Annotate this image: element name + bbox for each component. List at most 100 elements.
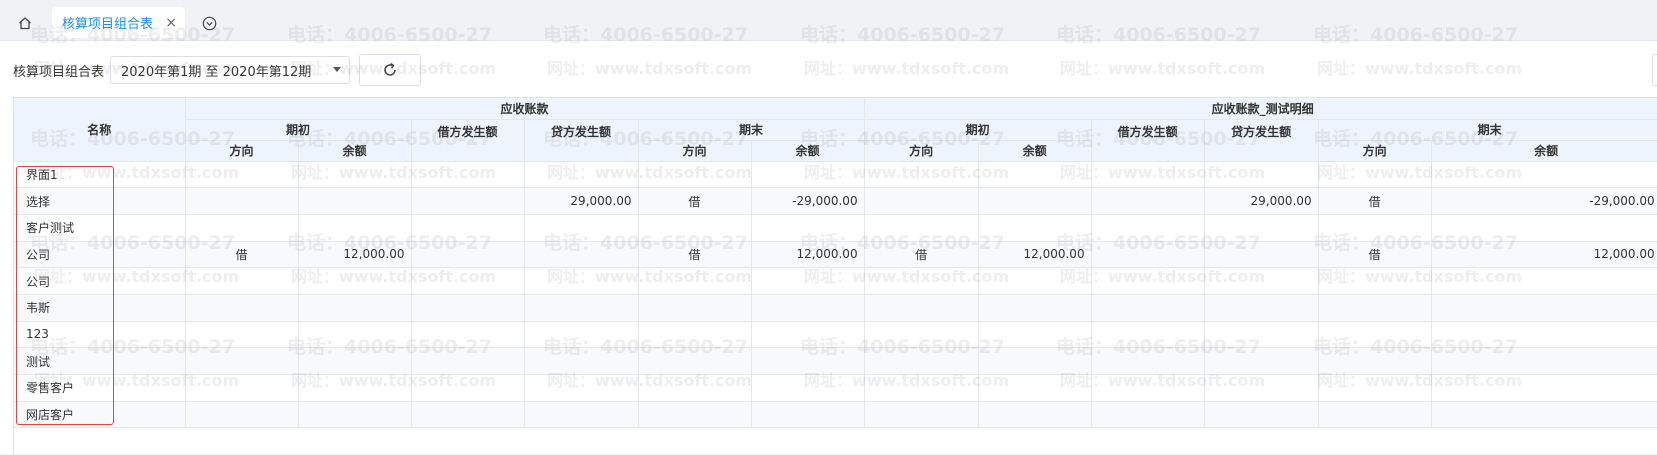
cell-g2-opening-direction xyxy=(864,401,979,429)
refresh-button[interactable] xyxy=(359,54,422,86)
header-g2-debit: 借方发生额 xyxy=(1091,119,1205,162)
header-g2-closing-balance: 余额 xyxy=(1431,140,1657,162)
header-g2-closing: 期末 xyxy=(1318,119,1657,141)
header-g2-opening: 期初 xyxy=(864,119,1092,141)
cell-name: 123 xyxy=(14,321,186,349)
table-row[interactable]: 韦斯 xyxy=(14,294,1657,322)
cell-g2-closing-direction xyxy=(1318,347,1432,375)
cell-g1-closing-direction xyxy=(638,374,752,402)
cell-g1-opening-balance xyxy=(298,321,412,349)
cell-g2-opening-balance xyxy=(978,321,1092,349)
cell-g2-credit: 29,000.00 xyxy=(1204,187,1319,215)
cell-g2-opening-direction xyxy=(864,187,979,215)
table-row[interactable]: 选择 29,000.00 借 -29,000.00 29,000.00 借 -29,000.… xyxy=(14,187,1657,215)
cell-g2-closing-balance xyxy=(1431,294,1657,322)
chevron-down-circle-icon xyxy=(202,16,216,30)
cell-g2-closing-balance xyxy=(1431,347,1657,375)
table-row[interactable]: 公司 xyxy=(14,267,1657,295)
table-row[interactable]: 123 xyxy=(14,321,1657,349)
cell-g2-opening-balance xyxy=(978,187,1092,215)
header-group-2: 应收账款_测试明细 xyxy=(864,98,1657,120)
cell-g1-closing-balance xyxy=(751,401,865,429)
cell-g1-opening-balance xyxy=(298,161,412,189)
cell-g1-debit xyxy=(411,241,525,269)
cell-g1-closing-balance: 12,000.00 xyxy=(751,241,865,269)
cell-g1-opening-direction xyxy=(185,267,299,295)
table-row[interactable]: 客户测试 xyxy=(14,214,1657,242)
cell-g2-credit xyxy=(1204,161,1319,189)
cell-g1-closing-direction xyxy=(638,401,752,429)
cell-g2-closing-balance xyxy=(1431,374,1657,402)
tab-account-combination[interactable]: 核算项目组合表 × xyxy=(52,7,185,38)
export-button[interactable] xyxy=(1652,54,1657,86)
cell-g2-closing-direction: 借 xyxy=(1318,187,1432,215)
cell-g2-opening-balance xyxy=(978,214,1092,242)
cell-g1-opening-direction: 借 xyxy=(185,241,299,269)
cell-name: 界面1 xyxy=(14,161,186,189)
cell-g1-credit xyxy=(524,401,639,429)
cell-g1-closing-direction xyxy=(638,161,752,189)
cell-g2-opening-balance xyxy=(978,267,1092,295)
tab-menu-button[interactable] xyxy=(196,8,222,38)
cell-g1-closing-balance xyxy=(751,374,865,402)
cell-g2-opening-direction xyxy=(864,267,979,295)
header-group-1: 应收账款 xyxy=(185,98,865,120)
cell-g2-closing-balance: 12,000.00 xyxy=(1431,241,1657,269)
cell-g2-opening-balance: 12,000.00 xyxy=(978,241,1092,269)
cell-name: 客户测试 xyxy=(14,214,186,242)
cell-g1-closing-direction xyxy=(638,321,752,349)
header-g1-credit: 贷方发生额 xyxy=(524,119,639,162)
cell-name: 零售客户 xyxy=(14,374,186,402)
close-icon[interactable]: × xyxy=(165,15,177,31)
cell-g2-debit xyxy=(1091,241,1205,269)
table-row[interactable]: 界面1 xyxy=(14,161,1657,189)
cell-g1-debit xyxy=(411,187,525,215)
cell-g2-debit xyxy=(1091,347,1205,375)
cell-g1-credit xyxy=(524,161,639,189)
cell-g2-closing-direction xyxy=(1318,161,1432,189)
cell-g2-debit xyxy=(1091,214,1205,242)
cell-g1-debit xyxy=(411,401,525,429)
cell-g1-opening-balance xyxy=(298,347,412,375)
cell-g1-closing-direction: 借 xyxy=(638,187,752,215)
cell-g2-debit xyxy=(1091,267,1205,295)
cell-g1-debit xyxy=(411,267,525,295)
cell-name: 公司 xyxy=(14,241,186,269)
header-g1-opening-balance: 余额 xyxy=(298,140,412,162)
cell-g2-credit xyxy=(1204,374,1319,402)
cell-g1-opening-balance xyxy=(298,401,412,429)
cell-g1-closing-balance xyxy=(751,214,865,242)
caret-down-icon xyxy=(333,67,342,72)
cell-g2-opening-direction xyxy=(864,374,979,402)
cell-g2-closing-balance xyxy=(1431,321,1657,349)
cell-g1-credit xyxy=(524,374,639,402)
cell-g2-debit xyxy=(1091,374,1205,402)
cell-g1-debit xyxy=(411,294,525,322)
table-row[interactable]: 公司借 12,000.00 借 12,000.00 借 12,000.00 借 12,000.… xyxy=(14,241,1657,269)
cell-g1-opening-balance xyxy=(298,267,412,295)
cell-g2-credit xyxy=(1204,401,1319,429)
cell-g2-credit xyxy=(1204,241,1319,269)
cell-g1-closing-balance xyxy=(751,294,865,322)
period-value: 2020年第1期 至 2020年第12期 xyxy=(121,64,312,80)
cell-name: 网店客户 xyxy=(14,401,186,429)
cell-g1-debit xyxy=(411,214,525,242)
cell-g1-closing-direction xyxy=(638,294,752,322)
cell-g2-opening-direction xyxy=(864,294,979,322)
table-row[interactable]: 零售客户 xyxy=(14,374,1657,402)
cell-g1-opening-direction xyxy=(185,321,299,349)
period-select[interactable]: 2020年第1期 至 2020年第12期 xyxy=(110,56,351,84)
home-button[interactable] xyxy=(10,8,40,38)
cell-g1-closing-balance xyxy=(751,267,865,295)
cell-g2-closing-balance xyxy=(1431,267,1657,295)
cell-g1-opening-direction xyxy=(185,401,299,429)
cell-name: 测试 xyxy=(14,347,186,375)
cell-g2-credit xyxy=(1204,321,1319,349)
table-row[interactable]: 测试 xyxy=(14,347,1657,375)
report-table-container: 名称 应收账款 应收账款_测试明细 期初 借方发生额 贷方发生额 期末 期初 借… xyxy=(13,97,1657,455)
header-g2-opening-direction: 方向 xyxy=(864,140,979,162)
table-row[interactable]: 网店客户 xyxy=(14,401,1657,429)
cell-g2-debit xyxy=(1091,161,1205,189)
cell-g1-credit: 29,000.00 xyxy=(524,187,639,215)
cell-g2-opening-balance xyxy=(978,294,1092,322)
